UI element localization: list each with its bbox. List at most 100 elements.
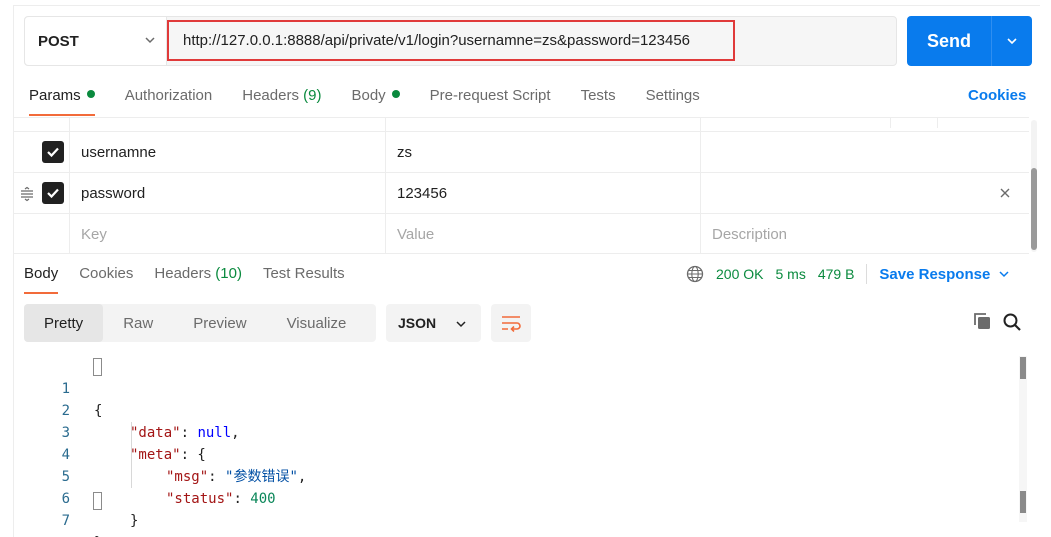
send-button-label: Send [926, 30, 971, 51]
tab-body-label: Body [351, 87, 386, 104]
url-text: http://127.0.0.1:8888/api/private/v1/log… [183, 32, 691, 49]
tab-pre-request-script[interactable]: Pre-request Script [430, 84, 551, 116]
globe-icon[interactable] [686, 265, 704, 283]
new-key-input[interactable]: Key [81, 214, 107, 254]
tab-body-dot [391, 90, 400, 98]
param-value[interactable]: 123456 [397, 173, 447, 213]
new-description-input[interactable]: Description [712, 214, 787, 254]
drag-handle-icon[interactable] [19, 186, 35, 202]
chevron-down-icon [145, 37, 155, 44]
view-preview-button[interactable]: Preview [173, 304, 266, 342]
view-raw-button[interactable]: Raw [103, 304, 173, 342]
json-key: "data" [130, 425, 181, 441]
json-key: "meta" [130, 447, 181, 463]
new-value-input[interactable]: Value [397, 214, 434, 254]
response-time[interactable]: 5 ms [775, 266, 805, 282]
response-tabs: Body Cookies Headers (10) Test Results [24, 262, 366, 294]
table-row: Key Value Description [13, 214, 1029, 254]
tab-response-headers-count: (10) [215, 265, 242, 282]
tab-headers-label: Headers [242, 87, 299, 104]
tab-test-results-label: Test Results [262, 265, 345, 282]
column-divider [890, 118, 891, 128]
param-key[interactable]: usernamne [81, 132, 156, 172]
chevron-down-icon [456, 321, 466, 328]
tab-settings-label: Settings [645, 87, 700, 104]
tab-params-dot [86, 90, 95, 98]
tab-response-body-label: Body [24, 265, 59, 282]
left-divider [13, 5, 14, 537]
format-label: JSON [398, 315, 437, 331]
column-divider [937, 118, 938, 128]
code-line: 4 "msg": "参数错误", [24, 422, 307, 485]
json-value: "参数错误" [225, 469, 298, 485]
send-options-button[interactable] [992, 16, 1032, 66]
code-token: } [94, 532, 102, 537]
bracket-match-highlight [93, 358, 102, 376]
code-line: 3 "meta": { [24, 400, 206, 463]
tab-tests[interactable]: Tests [581, 84, 616, 116]
status-code[interactable]: 200 OK [716, 266, 763, 282]
wrap-lines-button[interactable] [491, 304, 531, 342]
json-key: "msg" [166, 469, 209, 485]
tab-response-body[interactable]: Body [24, 262, 59, 294]
tab-headers-count: (9) [303, 87, 322, 104]
view-mode-group: Pretty Raw Preview Visualize [24, 304, 376, 342]
send-button[interactable]: Send [907, 16, 1032, 66]
code-scrollbar-marker [1020, 357, 1026, 379]
tab-authorization[interactable]: Authorization [125, 84, 213, 116]
section-divider [13, 253, 1029, 254]
save-response-button[interactable]: Save Response [879, 266, 1010, 283]
code-token: { [94, 403, 103, 419]
top-divider [13, 5, 1040, 6]
url-input[interactable]: http://127.0.0.1:8888/api/private/v1/log… [167, 20, 735, 61]
param-checkbox[interactable] [42, 141, 64, 163]
code-line: 7 } [24, 488, 103, 537]
response-size[interactable]: 479 B [818, 266, 855, 282]
bracket-match-highlight [93, 492, 102, 510]
tab-params[interactable]: Params [29, 84, 95, 116]
chevron-down-icon [999, 271, 1009, 278]
table-row: usernamne zs [13, 131, 1029, 173]
tab-headers[interactable]: Headers (9) [242, 84, 321, 116]
chevron-down-icon [1007, 38, 1017, 45]
tab-response-cookies[interactable]: Cookies [79, 262, 133, 294]
params-scrollbar-thumb[interactable] [1031, 168, 1037, 250]
tab-response-headers[interactable]: Headers (10) [154, 262, 242, 294]
tab-settings[interactable]: Settings [646, 84, 700, 116]
tab-authorization-label: Authorization [124, 87, 213, 104]
close-icon[interactable] [999, 187, 1011, 199]
format-select[interactable]: JSON [386, 304, 481, 342]
copy-icon[interactable] [972, 311, 992, 331]
save-response-label: Save Response [879, 265, 991, 283]
check-icon [47, 147, 59, 158]
tab-params-label: Params [29, 87, 81, 104]
tab-body[interactable]: Body [351, 84, 400, 116]
code-line: 5 "status": 400 [24, 444, 276, 507]
param-checkbox[interactable] [42, 182, 64, 204]
table-row: password 123456 [13, 173, 1029, 214]
view-visualize-button[interactable]: Visualize [267, 304, 367, 342]
code-scrollbar-marker [1020, 491, 1026, 513]
param-key[interactable]: password [81, 173, 145, 213]
tab-test-results[interactable]: Test Results [263, 262, 345, 294]
code-token: } [130, 513, 139, 529]
check-icon [47, 188, 59, 199]
param-value[interactable]: zs [397, 132, 412, 172]
method-label: POST [38, 32, 79, 50]
search-icon[interactable] [1002, 312, 1022, 332]
code-line: 6 } [24, 466, 139, 529]
json-key: "status" [166, 491, 234, 507]
method-select[interactable]: POST [25, 17, 167, 65]
status-divider [866, 264, 868, 284]
tab-response-cookies-label: Cookies [79, 265, 134, 282]
params-table: usernamne zs password 123456 Key Value D… [13, 117, 1029, 254]
response-status: 200 OK 5 ms 479 B Save Response [686, 263, 1010, 285]
tab-tests-label: Tests [580, 87, 616, 104]
cookies-link[interactable]: Cookies [968, 87, 1026, 104]
response-body-viewer[interactable]: 1 { 2 "data": null, 3 "meta": { 4 "msg":… [24, 356, 1014, 537]
view-pretty-button[interactable]: Pretty [24, 304, 104, 342]
line-number: 7 [61, 513, 70, 529]
tab-response-headers-label: Headers [154, 265, 212, 282]
json-value: null [197, 425, 232, 441]
request-bar: POST http://127.0.0.1:8888/api/private/v… [24, 16, 897, 66]
